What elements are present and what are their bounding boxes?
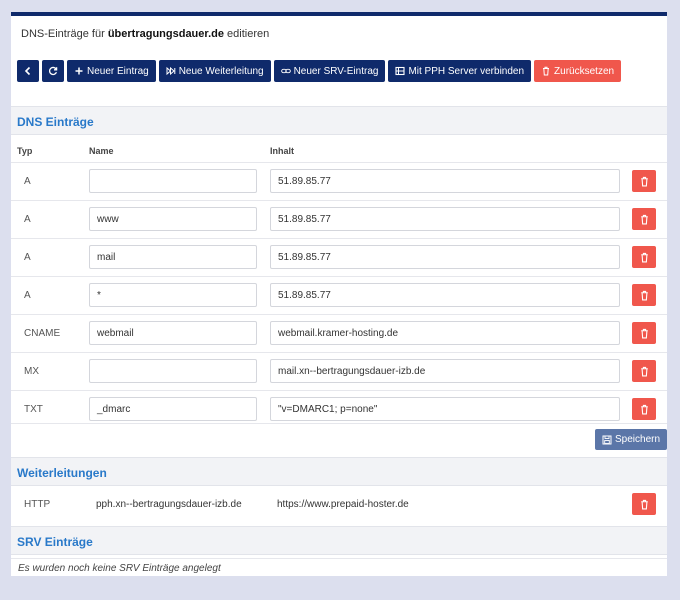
- dns-type: A: [24, 176, 31, 187]
- trash-icon: [543, 66, 550, 76]
- server-icon: [395, 66, 405, 76]
- trash-icon: [640, 328, 648, 338]
- dns-row: A * 51.89.85.77: [11, 276, 667, 314]
- srv-section-title: SRV Einträge: [17, 535, 93, 549]
- delete-button[interactable]: [632, 208, 656, 230]
- dns-content-input[interactable]: mail.xn--bertragungsdauer-izb.de: [270, 359, 620, 383]
- trash-icon: [640, 214, 648, 224]
- dns-row: A mail 51.89.85.77: [11, 238, 667, 276]
- dns-table-end: [11, 423, 667, 424]
- dns-edit-panel: DNS-Einträge für übertragungsdauer.de ed…: [11, 12, 668, 576]
- dns-type: MX: [24, 366, 39, 377]
- trash-icon: [640, 366, 648, 376]
- dns-content-input[interactable]: 51.89.85.77: [270, 245, 620, 269]
- column-header-content: Inhalt: [270, 146, 294, 156]
- link-icon: [280, 68, 291, 74]
- reset-button[interactable]: Zurücksetzen: [534, 60, 622, 82]
- column-header-type: Typ: [17, 146, 33, 156]
- new-redirect-button[interactable]: Neue Weiterleitung: [158, 60, 271, 82]
- dns-name-input[interactable]: [89, 359, 257, 383]
- dns-section-title: DNS Einträge: [17, 115, 94, 129]
- delete-button[interactable]: [632, 284, 656, 306]
- dns-content-input[interactable]: 51.89.85.77: [270, 207, 620, 231]
- dns-row: MX mail.xn--bertragungsdauer-izb.de: [11, 352, 667, 390]
- dns-type: A: [24, 252, 31, 263]
- dns-content-input[interactable]: "v=DMARC1; p=none": [270, 397, 620, 421]
- dns-row: A www 51.89.85.77: [11, 200, 667, 238]
- back-button[interactable]: [17, 60, 39, 82]
- column-header-name: Name: [89, 146, 114, 156]
- save-button[interactable]: Speichern: [595, 429, 668, 450]
- dns-name-input[interactable]: mail: [89, 245, 257, 269]
- redirect-source: pph.xn--bertragungsdauer-izb.de: [96, 499, 242, 510]
- trash-icon: [640, 499, 648, 509]
- dns-content-input[interactable]: 51.89.85.77: [270, 283, 620, 307]
- trash-icon: [640, 176, 648, 186]
- new-srv-button[interactable]: Neuer SRV-Eintrag: [273, 60, 386, 82]
- dns-name-input[interactable]: [89, 169, 257, 193]
- connect-pph-server-button[interactable]: Mit PPH Server verbinden: [388, 60, 532, 82]
- redirect-type: HTTP: [24, 499, 51, 510]
- delete-redirect-button[interactable]: [632, 493, 656, 515]
- toolbar: Neuer Eintrag Neue Weiterleitung Neuer S…: [17, 60, 622, 82]
- refresh-button[interactable]: [42, 60, 64, 82]
- dns-content-input[interactable]: webmail.kramer-hosting.de: [270, 321, 620, 345]
- new-entry-button[interactable]: Neuer Eintrag: [67, 60, 156, 82]
- trash-icon: [640, 404, 648, 414]
- trash-icon: [640, 252, 648, 262]
- redirects-section-header: Weiterleitungen: [11, 457, 667, 486]
- delete-button[interactable]: [632, 398, 656, 420]
- dns-content-input[interactable]: 51.89.85.77: [270, 169, 620, 193]
- dns-type: TXT: [24, 404, 43, 415]
- chevron-left-icon: [24, 66, 31, 76]
- srv-section-header: SRV Einträge: [11, 526, 667, 555]
- floppy-disk-icon: [602, 435, 612, 444]
- refresh-icon: [49, 66, 58, 76]
- redirect-row: HTTP pph.xn--bertragungsdauer-izb.de htt…: [11, 486, 667, 524]
- trash-icon: [640, 290, 648, 300]
- dns-row: CNAME webmail webmail.kramer-hosting.de: [11, 314, 667, 352]
- dns-section-header: DNS Einträge: [11, 106, 667, 135]
- delete-button[interactable]: [632, 170, 656, 192]
- srv-empty-note: Es wurden noch keine SRV Einträge angele…: [18, 563, 221, 574]
- dns-type: A: [24, 290, 31, 301]
- dns-row: A 51.89.85.77: [11, 162, 667, 200]
- dns-name-input[interactable]: _dmarc: [89, 397, 257, 421]
- delete-button[interactable]: [632, 246, 656, 268]
- domain-name: übertragungsdauer.de: [107, 28, 224, 40]
- fast-forward-icon: [166, 66, 176, 76]
- redirects-section-title: Weiterleitungen: [17, 466, 107, 480]
- page-title: DNS-Einträge für übertragungsdauer.de ed…: [21, 28, 270, 40]
- dns-name-input[interactable]: webmail: [89, 321, 257, 345]
- delete-button[interactable]: [632, 322, 656, 344]
- plus-icon: [75, 67, 83, 75]
- divider: [11, 558, 667, 559]
- dns-type: A: [24, 214, 31, 225]
- dns-type: CNAME: [24, 328, 61, 339]
- dns-name-input[interactable]: www: [89, 207, 257, 231]
- redirect-target: https://www.prepaid-hoster.de: [277, 499, 409, 510]
- delete-button[interactable]: [632, 360, 656, 382]
- dns-name-input[interactable]: *: [89, 283, 257, 307]
